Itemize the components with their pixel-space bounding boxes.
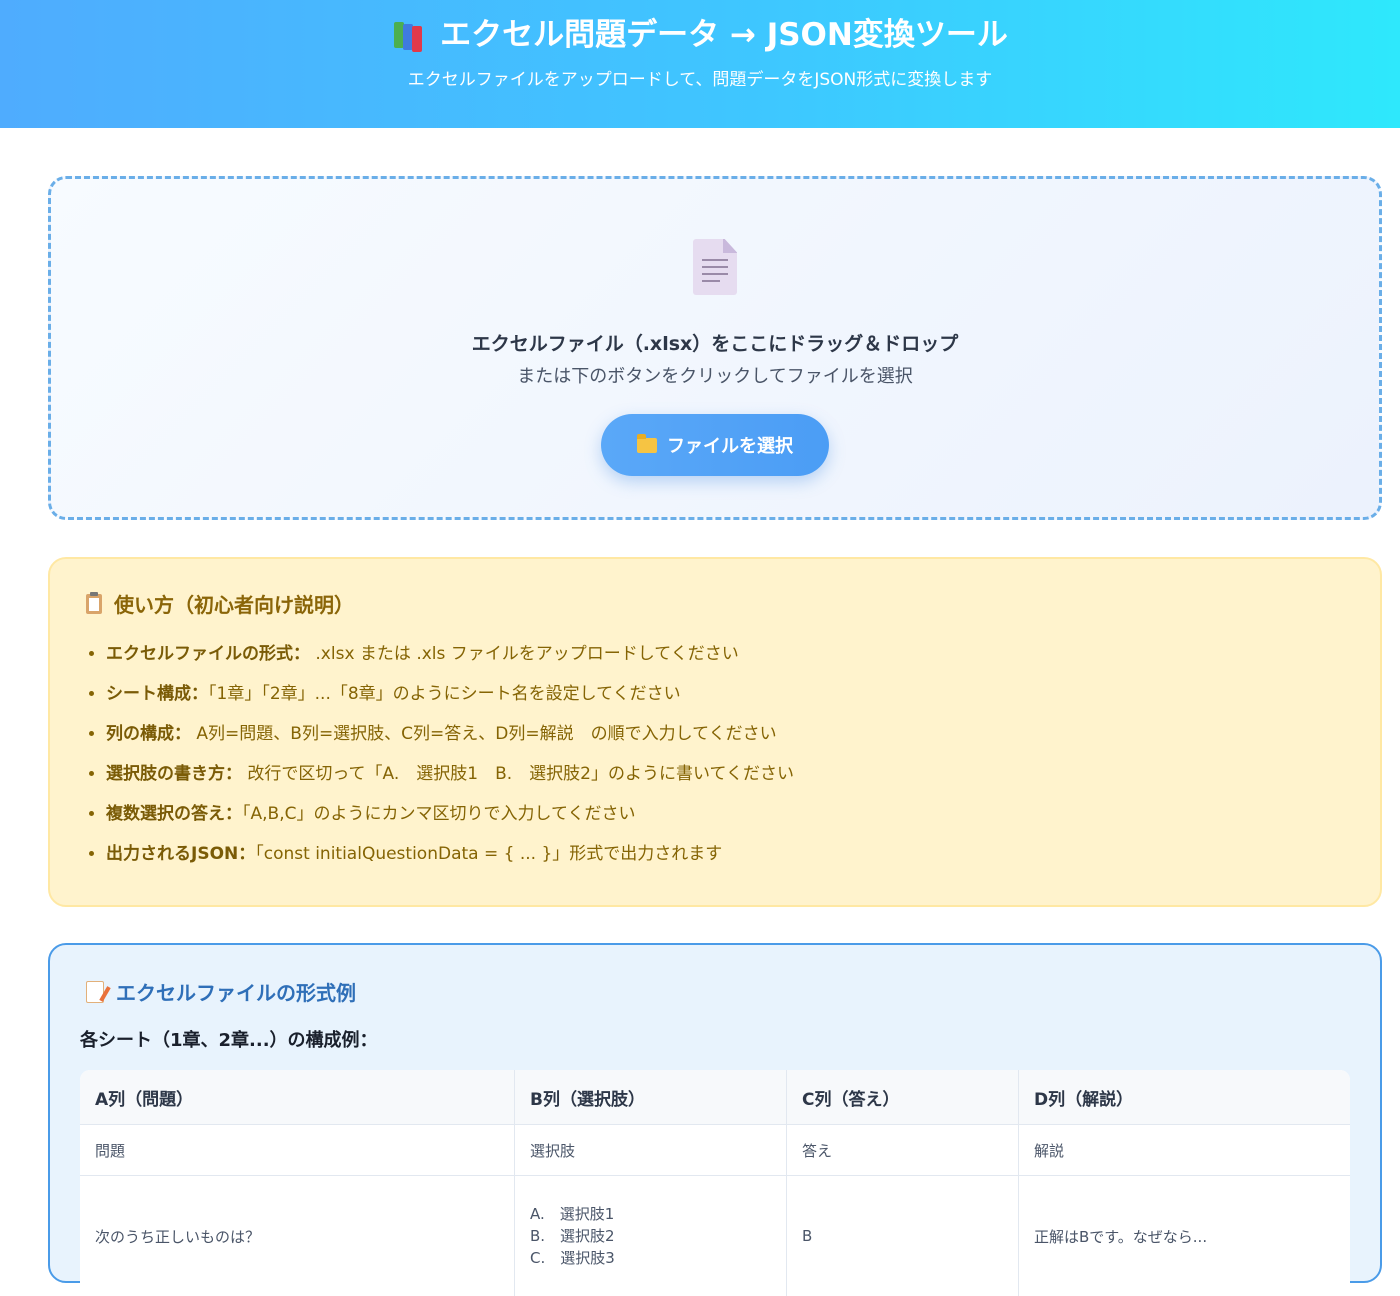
- file-dropzone[interactable]: エクセルファイル（.xlsx）をここにドラッグ＆ドロップ または下のボタンをクリ…: [48, 176, 1382, 520]
- table-row: 問題 選択肢 答え 解説: [80, 1125, 1350, 1176]
- list-item: 選択肢の書き方： 改行で区切って「A. 選択肢1 B. 選択肢2」のように書いて…: [106, 754, 1344, 794]
- item-label: 複数選択の答え：: [106, 804, 242, 824]
- item-label: 列の構成：: [106, 724, 191, 744]
- item-text: .xlsx または .xls ファイルをアップロードしてください: [310, 644, 739, 664]
- choice-line: B. 選択肢2: [530, 1225, 771, 1247]
- table-cell: 解説: [1019, 1125, 1351, 1176]
- table-header-row: A列（問題） B列（選択肢） C列（答え） D列（解説）: [80, 1070, 1350, 1125]
- page-title-row: エクセル問題データ → JSON変換ツール: [0, 14, 1400, 56]
- example-subtitle: 各シート（1章、2章...）の構成例：: [80, 1026, 1350, 1052]
- document-icon: [693, 239, 737, 295]
- column-header: D列（解説）: [1019, 1070, 1351, 1125]
- item-text: 「1章」「2章」...「8章」のようにシート名を設定してください: [208, 684, 681, 704]
- format-example-panel: エクセルファイルの形式例 各シート（1章、2章...）の構成例： A列（問題） …: [48, 943, 1382, 1283]
- list-item: エクセルファイルの形式： .xlsx または .xls ファイルをアップロードし…: [106, 634, 1344, 674]
- table-cell: 次のうち正しいものは？: [80, 1176, 515, 1296]
- page-subtitle: エクセルファイルをアップロードして、問題データをJSON形式に変換します: [0, 68, 1400, 92]
- table-cell: 正解はBです。なぜなら...: [1019, 1176, 1351, 1296]
- item-label: 出力されるJSON：: [106, 844, 255, 864]
- item-text: A列=問題、B列=選択肢、C列=答え、D列=解説 の順で入力してください: [191, 724, 777, 744]
- dropzone-title: エクセルファイル（.xlsx）をここにドラッグ＆ドロップ: [51, 329, 1379, 356]
- folder-icon: [637, 438, 657, 453]
- item-label: シート構成：: [106, 684, 208, 704]
- page-header: エクセル問題データ → JSON変換ツール エクセルファイルをアップロードして、…: [0, 0, 1400, 128]
- example-title-row: エクセルファイルの形式例: [86, 977, 1350, 1006]
- howto-title: 使い方（初心者向け説明）: [114, 589, 354, 618]
- example-title: エクセルファイルの形式例: [116, 977, 356, 1006]
- table-cell: 問題: [80, 1125, 515, 1176]
- books-icon: [392, 20, 426, 50]
- item-label: 選択肢の書き方：: [106, 764, 242, 784]
- item-text: 「const initialQuestionData = { ... }」形式で…: [255, 844, 722, 864]
- select-file-button-label: ファイルを選択: [667, 432, 793, 458]
- page-title: エクセル問題データ → JSON変換ツール: [440, 14, 1008, 56]
- item-text: 改行で区切って「A. 選択肢1 B. 選択肢2」のように書いてください: [242, 764, 794, 784]
- dropzone-subtitle: または下のボタンをクリックしてファイルを選択: [51, 362, 1379, 388]
- table-cell: B: [787, 1176, 1019, 1296]
- item-label: エクセルファイルの形式：: [106, 644, 310, 664]
- column-header: B列（選択肢）: [515, 1070, 787, 1125]
- howto-list: エクセルファイルの形式： .xlsx または .xls ファイルをアップロードし…: [86, 634, 1344, 874]
- list-item: 出力されるJSON：「const initialQuestionData = {…: [106, 834, 1344, 874]
- choice-line: A. 選択肢1: [530, 1203, 771, 1225]
- memo-icon: [86, 981, 104, 1003]
- table-cell: 選択肢: [515, 1125, 787, 1176]
- list-item: シート構成：「1章」「2章」...「8章」のようにシート名を設定してください: [106, 674, 1344, 714]
- howto-title-row: 使い方（初心者向け説明）: [86, 589, 1344, 618]
- table-row: 次のうち正しいものは？ A. 選択肢1 B. 選択肢2 C. 選択肢3 B 正解…: [80, 1176, 1350, 1296]
- column-header: C列（答え）: [787, 1070, 1019, 1125]
- howto-panel: 使い方（初心者向け説明） エクセルファイルの形式： .xlsx または .xls…: [48, 557, 1382, 907]
- table-cell: 答え: [787, 1125, 1019, 1176]
- item-text: 「A,B,C」のようにカンマ区切りで入力してください: [242, 804, 635, 824]
- clipboard-icon: [86, 594, 102, 614]
- choice-line: C. 選択肢3: [530, 1247, 771, 1269]
- list-item: 列の構成： A列=問題、B列=選択肢、C列=答え、D列=解説 の順で入力してくだ…: [106, 714, 1344, 754]
- format-example-table: A列（問題） B列（選択肢） C列（答え） D列（解説） 問題 選択肢 答え 解…: [80, 1070, 1350, 1296]
- choices-list: A. 選択肢1 B. 選択肢2 C. 選択肢3: [530, 1203, 771, 1269]
- select-file-button[interactable]: ファイルを選択: [601, 414, 829, 476]
- table-cell: A. 選択肢1 B. 選択肢2 C. 選択肢3: [515, 1176, 787, 1296]
- column-header: A列（問題）: [80, 1070, 515, 1125]
- list-item: 複数選択の答え：「A,B,C」のようにカンマ区切りで入力してください: [106, 794, 1344, 834]
- main-content: エクセルファイル（.xlsx）をここにドラッグ＆ドロップ または下のボタンをクリ…: [0, 128, 1400, 1283]
